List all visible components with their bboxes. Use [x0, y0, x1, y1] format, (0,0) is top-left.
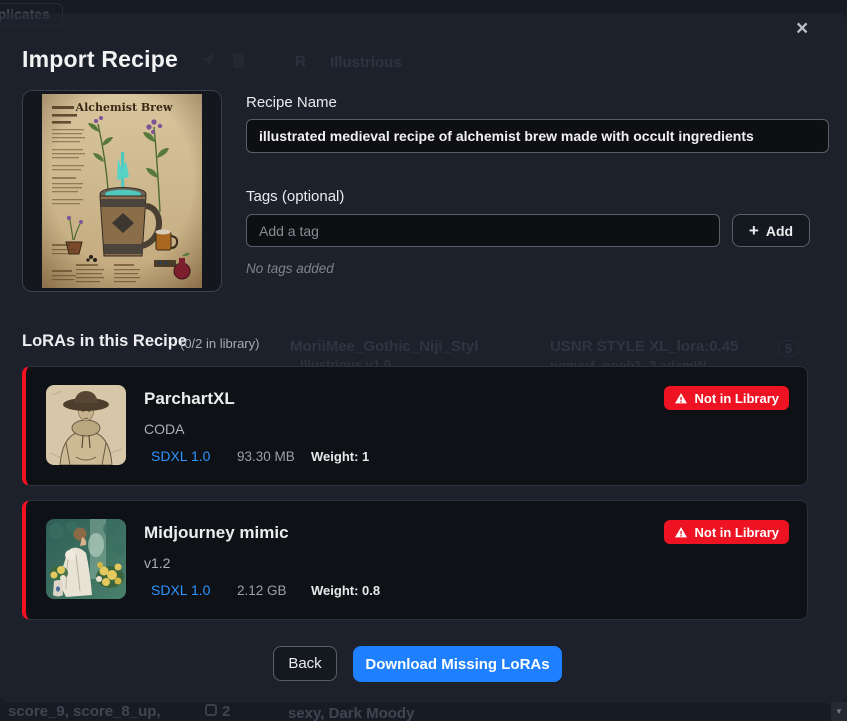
file-size-label: 2.12 GB	[237, 583, 287, 598]
lora-thumbnail-image	[46, 519, 126, 599]
lora-card: ParchartXL Not in Library CODA SDXL 1.0 …	[22, 366, 808, 486]
plus-icon: +	[749, 222, 759, 239]
import-recipe-dialog-screen: Duplicates R Illustrious MoriiMee_Gothic…	[0, 0, 847, 721]
stack-icon	[205, 704, 217, 716]
chevron-down-icon: ▼	[835, 707, 843, 716]
download-button-label: Download Missing LoRAs	[365, 656, 549, 673]
tags-label: Tags (optional)	[246, 188, 344, 205]
tag-input[interactable]	[246, 214, 720, 247]
scrollbar-down-button[interactable]: ▼	[831, 702, 847, 721]
close-icon[interactable]: ×	[796, 18, 808, 39]
loras-count: (0/2 in library)	[180, 336, 259, 351]
lora-name: ParchartXL	[144, 389, 235, 409]
background-prompt-text: score_9, score_8_up,	[8, 703, 161, 720]
weight-label: Weight: 1	[311, 449, 369, 464]
badge-label: Not in Library	[694, 391, 779, 406]
not-in-library-badge: Not in Library	[664, 386, 789, 410]
lora-thumbnail-image	[46, 385, 126, 465]
add-tag-button[interactable]: + Add	[732, 214, 810, 247]
base-model-label: SDXL 1.0	[151, 582, 210, 598]
background-count: 2	[222, 703, 230, 720]
badge-label: Not in Library	[694, 525, 779, 540]
lora-name: Midjourney mimic	[144, 523, 289, 543]
not-in-library-badge: Not in Library	[664, 520, 789, 544]
back-button[interactable]: Back	[273, 646, 337, 681]
add-tag-label: Add	[766, 223, 793, 239]
page-title: Import Recipe	[22, 46, 178, 73]
download-missing-loras-button[interactable]: Download Missing LoRAs	[353, 646, 562, 682]
lora-card: Midjourney mimic Not in Library v1.2 SDX…	[22, 500, 808, 620]
weight-label: Weight: 0.8	[311, 583, 380, 598]
file-size-label: 93.30 MB	[237, 449, 295, 464]
lora-version: CODA	[144, 421, 184, 437]
lora-version: v1.2	[144, 555, 170, 571]
warning-icon	[674, 526, 688, 539]
recipe-thumbnail-image: Alchemist Brew	[42, 94, 202, 288]
background-prompt-text: sexy, Dark Moody	[288, 705, 414, 721]
base-model-label: SDXL 1.0	[151, 448, 210, 464]
recipe-name-label: Recipe Name	[246, 94, 337, 111]
back-button-label: Back	[288, 655, 321, 672]
recipe-thumbnail-card: Alchemist Brew	[22, 90, 222, 292]
warning-icon	[674, 392, 688, 405]
recipe-name-input[interactable]	[246, 119, 829, 153]
thumbnail-title-text: Alchemist Brew	[75, 101, 173, 114]
loras-heading: LoRAs in this Recipe	[22, 332, 187, 351]
no-tags-text: No tags added	[246, 261, 334, 276]
